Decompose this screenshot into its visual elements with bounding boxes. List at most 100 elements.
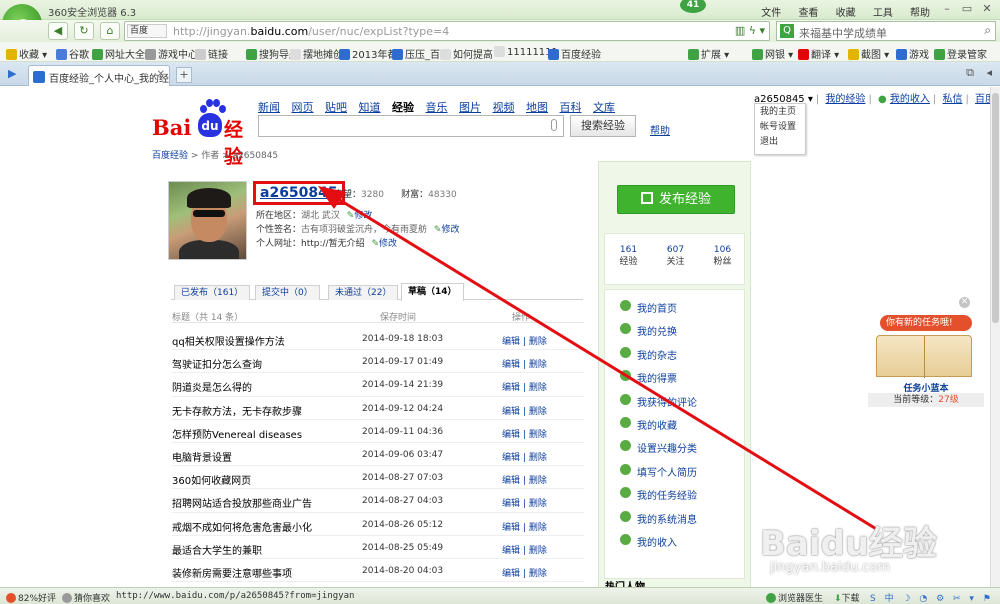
translate-button[interactable]: 翻译 ▾ [798, 46, 839, 61]
close-icon[interactable]: ✕ [980, 2, 994, 16]
draft-title[interactable]: 阴道炎是怎么得的 [172, 379, 252, 394]
notification-badge[interactable]: 41 [680, 0, 706, 13]
search-input[interactable]: 来福基中学成绩单 [799, 25, 887, 41]
fav-item[interactable]: 压压_百 [392, 46, 440, 61]
search-engine-icon[interactable]: Q [780, 24, 794, 38]
draft-title[interactable]: 招聘网站适合投放那些商业广告 [172, 495, 312, 510]
bank-button[interactable]: 网银 ▾ [752, 46, 793, 61]
edit-website-link[interactable]: ✎修改 [371, 239, 397, 249]
draft-title[interactable]: 驾驶证扣分怎么查询 [172, 356, 262, 371]
sidebar-link[interactable]: 我的任务经验 [620, 487, 697, 502]
refresh-icon[interactable]: ↻ [74, 22, 94, 40]
games-button[interactable]: 游戏 [896, 46, 929, 61]
draft-title[interactable]: 戒烟不成如何将危害危害最小化 [172, 519, 312, 534]
sidebar-link[interactable]: 我的杂志 [620, 346, 677, 362]
delete-link[interactable]: 删除 [529, 546, 547, 556]
delete-link[interactable]: 删除 [529, 337, 547, 347]
close-tab-icon[interactable]: ✕ [157, 69, 165, 80]
messages-link[interactable]: 私信 [942, 94, 962, 105]
help-link[interactable]: 帮助 [650, 122, 670, 137]
breadcrumb-home[interactable]: 百度经验 [152, 151, 188, 161]
tray-icons[interactable]: S 中 ☽ ◔ ⚙ ✂ ▾ ⚑ [870, 591, 994, 604]
count-fans[interactable]: 106 粉丝 [699, 244, 746, 268]
sidebar-link[interactable]: 填写个人简历 [620, 463, 697, 479]
sidebar-link[interactable]: 我的收藏 [620, 417, 677, 432]
my-jingyan-link[interactable]: 我的经验 [825, 94, 865, 105]
tab-drafts[interactable]: 草稿（14） [401, 283, 464, 301]
edit-link[interactable]: 编辑 [502, 523, 520, 533]
screenshot-button[interactable]: 截图 ▾ [848, 46, 889, 61]
delete-link[interactable]: 删除 [529, 523, 547, 533]
login-manager-button[interactable]: 登录管家 [934, 46, 987, 61]
draft-title[interactable]: 怎样预防Venereal diseases [172, 426, 302, 441]
address-engine[interactable]: 百度 [127, 24, 167, 38]
menu-tools[interactable]: 工具 [873, 8, 893, 19]
delete-link[interactable]: 删除 [529, 569, 547, 579]
tab-active[interactable]: 百度经验_个人中心_我的经验 ✕ [28, 65, 170, 100]
fav-item[interactable]: 链接 [195, 46, 228, 61]
tab-rejected[interactable]: 未通过（22） [328, 285, 399, 300]
my-income-link[interactable]: 我的收入 [890, 94, 930, 105]
tab-submitting[interactable]: 提交中（0） [255, 285, 320, 300]
fav-item[interactable]: 收藏 ▾ [6, 46, 47, 61]
channel-wenku[interactable]: 文库 [593, 101, 615, 114]
new-tab-button[interactable]: + [176, 67, 192, 83]
menu-view[interactable]: 查看 [798, 8, 818, 19]
username[interactable]: a2650845 [253, 181, 345, 205]
edit-link[interactable]: 编辑 [502, 476, 520, 486]
menu-my-home[interactable]: 我的主页 [755, 104, 805, 119]
sidebar-link[interactable]: 我的首页 [620, 300, 677, 315]
page-scrollbar[interactable] [990, 87, 1000, 587]
baidu-home-link[interactable]: 百度首页 [975, 94, 990, 105]
close-icon[interactable]: ✕ [959, 297, 970, 308]
channel-news[interactable]: 新闻 [258, 101, 280, 114]
menu-file[interactable]: 文件 [761, 8, 781, 19]
sidebar-link[interactable]: 设置兴趣分类 [620, 440, 697, 455]
search-button[interactable]: 搜索经验 [570, 115, 636, 137]
delete-link[interactable]: 删除 [529, 430, 547, 440]
edit-link[interactable]: 编辑 [502, 546, 520, 556]
address-actions-icon[interactable]: ▥ ϟ ▾ [735, 24, 765, 37]
tab-menu-icon[interactable]: ▶ [8, 67, 16, 80]
draft-title[interactable]: 360如何收藏网页 [172, 472, 251, 487]
maximize-icon[interactable]: ▭ [960, 2, 974, 16]
menu-account-settings[interactable]: 帐号设置 [755, 119, 805, 134]
downloads[interactable]: ⬇下载 [834, 591, 860, 604]
fav-item[interactable]: 2013年都 [339, 46, 397, 61]
baidu-jingyan-logo[interactable]: Bai du 经验 [152, 99, 256, 168]
task-bubble[interactable]: 你有新的任务哦! [880, 315, 972, 331]
fav-item[interactable]: 网址大全 [92, 46, 145, 61]
publish-button[interactable]: 发布经验 [617, 185, 735, 214]
fav-item[interactable]: 如何提高 [440, 46, 493, 61]
address-url[interactable]: http://jingyan.baidu.com/user/nuc/expLis… [173, 25, 449, 38]
draft-title[interactable]: 电脑背景设置 [172, 449, 232, 464]
tab-published[interactable]: 已发布（161） [174, 285, 251, 300]
search-icon[interactable]: ⌕ [984, 23, 991, 38]
recommend-status[interactable]: 猜你喜欢 [62, 591, 110, 604]
address-bar[interactable]: 百度 http://jingyan.baidu.com/user/nuc/exp… [124, 21, 770, 41]
edit-link[interactable]: 编辑 [502, 407, 520, 417]
delete-link[interactable]: 删除 [529, 407, 547, 417]
extensions-button[interactable]: 扩展 ▾ [688, 46, 729, 61]
draft-title[interactable]: qq相关权限设置操作方法 [172, 333, 285, 348]
task-widget[interactable]: ✕ 你有新的任务哦! 任务小蓝本 当前等级：27级 [868, 295, 984, 411]
sidebar-link[interactable]: 我获得的评论 [620, 393, 697, 409]
edit-link[interactable]: 编辑 [502, 569, 520, 579]
delete-link[interactable]: 删除 [529, 476, 547, 486]
draft-title[interactable]: 最适合大学生的兼职 [172, 542, 262, 557]
sidebar-link[interactable]: 我的收入 [620, 534, 677, 549]
channel-music[interactable]: 音乐 [426, 101, 448, 114]
count-following[interactable]: 607 关注 [652, 244, 699, 268]
draft-title[interactable]: 无卡存款方法，无卡存款步骤 [172, 403, 302, 418]
rating-status[interactable]: 82%好评 [6, 591, 56, 604]
count-experience[interactable]: 161 经验 [605, 244, 652, 268]
menu-logout[interactable]: 退出 [755, 134, 805, 149]
sidebar-link[interactable]: 我的系统消息 [620, 510, 697, 526]
edit-link[interactable]: 编辑 [502, 430, 520, 440]
channel-jingyan[interactable]: 经验 [392, 101, 414, 114]
microphone-icon[interactable] [551, 119, 557, 131]
delete-link[interactable]: 删除 [529, 499, 547, 509]
channel-baike[interactable]: 百科 [560, 101, 582, 114]
delete-link[interactable]: 删除 [529, 383, 547, 393]
channel-video[interactable]: 视频 [493, 101, 515, 114]
